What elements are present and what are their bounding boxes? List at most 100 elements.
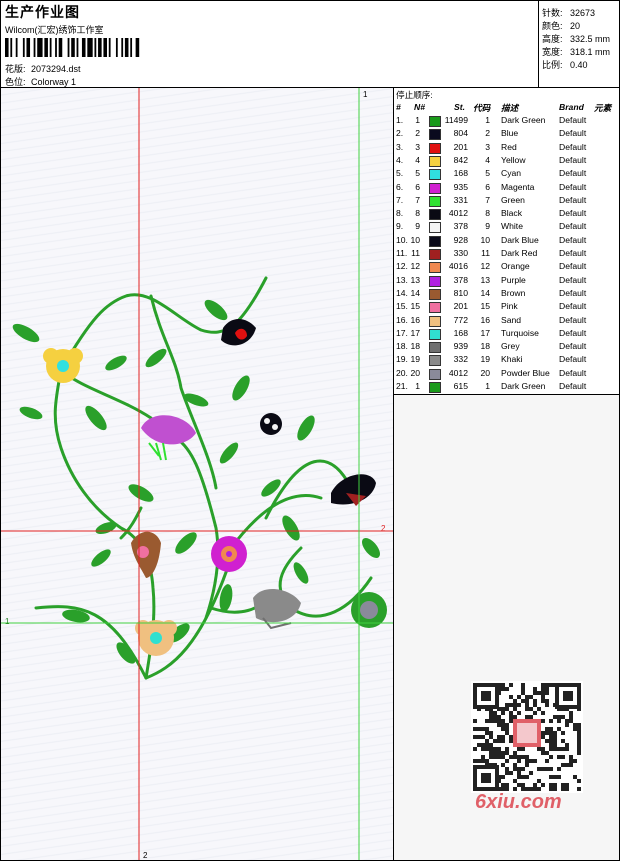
stop-row: 14. 14 810 14 Brown Default [394,288,619,301]
row-brand: Default [559,115,587,125]
row-needle: 15 [410,301,420,312]
row-brand: Default [559,194,587,205]
row-needle: 3 [415,141,420,152]
stop-row: 3. 3 201 3 Red Default [394,142,619,155]
small-black-flower [260,413,282,435]
design-scale: 比例: 0.40 [542,60,588,70]
guide-label-left: 1 [5,617,10,626]
design-stats: 针数: 32673 颜色: 20 高度: 332.5 mm 宽度: 318.1 mm 比… [538,1,619,87]
stop-row: 19. 19 332 19 Khaki Default [394,354,619,367]
row-brand: Default [559,208,587,219]
row-brand: Default [559,181,587,192]
header-description: 描述 [501,103,519,113]
row-code: 11 [481,248,490,258]
row-description: Dark Blue [501,234,539,245]
row-code: 5 [485,168,490,179]
row-brand: Default [559,261,587,272]
header-elements: 元素 [594,103,612,113]
row-description: Purple [501,274,526,285]
production-worksheet: 生产作业图 Wilcom(汇宏)绣饰工作室 花版: 2073294.dst 色位:… [0,0,620,861]
row-stitches: 935 [453,181,468,192]
colorway-row: 色位: Colorway 1 [5,75,76,88]
row-brand: Default [559,327,587,338]
row-brand: Default [559,274,587,285]
row-needle: 2 [415,128,420,139]
header-num: # [396,102,401,112]
row-brand: Default [559,287,587,298]
row-stitches: 11499 [444,115,468,125]
page-title: 生产作业图 [5,4,80,20]
row-description: Cyan [501,168,522,179]
stitch-count: 针数: 32673 [542,8,596,18]
stop-sequence-title: 停止顺序: [396,90,433,100]
colorway-label: 色位: [5,77,26,87]
row-description: Dark Green [501,381,546,391]
row-stitches: 378 [453,221,468,232]
stop-row: 20. 20 4012 20 Powder Blue Default [394,368,619,381]
stop-row: 9. 9 378 9 White Default [394,221,619,234]
stop-row: 12. 12 4016 12 Orange Default [394,261,619,274]
row-description: Red [501,141,517,152]
header-brand: Brand [559,102,584,112]
row-stitches: 332 [453,354,468,365]
row-code: 7 [485,194,490,205]
stop-row: 2. 2 804 2 Blue Default [394,128,619,141]
magenta-fan-flower [141,415,196,461]
barcode-image [5,38,140,57]
pink-brown-flower [131,531,161,578]
stop-row: 4. 4 842 4 Yellow Default [394,155,619,168]
color-count: 颜色: 20 [542,21,581,31]
row-code: 1 [485,115,490,125]
row-needle: 16 [410,314,420,325]
stop-sequence-panel: 停止顺序: # N# St. 代码 描述 Brand 元素 1. 1 11499 1 D… [394,88,619,395]
row-code: 17 [480,327,490,338]
row-stitches: 928 [453,234,468,245]
row-stitches: 939 [453,341,468,352]
row-description: Dark Green [501,115,546,125]
row-index: 2. [396,128,404,139]
stop-row: 8. 8 4012 8 Black Default [394,208,619,221]
stop-row: 1. 1 11499 1 Dark Green Default [394,115,619,128]
row-stitches: 201 [453,301,468,312]
guide-label-bottom: 2 [143,851,148,860]
row-index: 14. [396,287,408,298]
row-code: 13 [480,274,490,285]
grey-bird [253,588,301,630]
row-index: 19. [396,354,408,365]
row-index: 12. [396,261,408,272]
row-brand: Default [559,341,587,352]
stop-row: 15. 15 201 15 Pink Default [394,301,619,314]
row-needle: 20 [410,367,420,378]
row-code: 10 [480,234,490,245]
header-needle: N# [414,102,425,112]
row-needle: 10 [410,234,420,245]
row-index: 17. [396,327,408,338]
row-code: 16 [480,314,490,325]
row-needle: 6 [415,181,420,192]
design-label: 花版: [5,64,26,74]
row-needle: 4 [415,154,420,165]
stop-sequence-headers: # N# St. 代码 描述 Brand 元素 [394,102,619,114]
row-brand: Default [559,234,587,245]
software-name: Wilcom(汇宏)绣饰工作室 [5,25,104,35]
row-needle: 1 [415,115,420,125]
row-index: 7. [396,194,404,205]
row-brand: Default [559,381,587,391]
row-brand: Default [559,367,587,378]
colorway-value: Colorway 1 [31,77,77,87]
row-description: Green [501,194,525,205]
header-stitches: St. [454,102,465,112]
row-description: Magenta [501,181,535,192]
row-index: 4. [396,154,404,165]
stop-row: 7. 7 331 7 Green Default [394,195,619,208]
stop-row: 16. 16 772 16 Sand Default [394,315,619,328]
row-index: 8. [396,208,404,219]
row-index: 20. [396,367,408,378]
row-needle: 5 [415,168,420,179]
row-needle: 17 [410,327,420,338]
row-index: 13. [396,274,408,285]
row-brand: Default [559,128,587,139]
row-description: Dark Red [501,248,538,258]
alignment-guides [1,88,393,860]
row-stitches: 378 [453,274,468,285]
